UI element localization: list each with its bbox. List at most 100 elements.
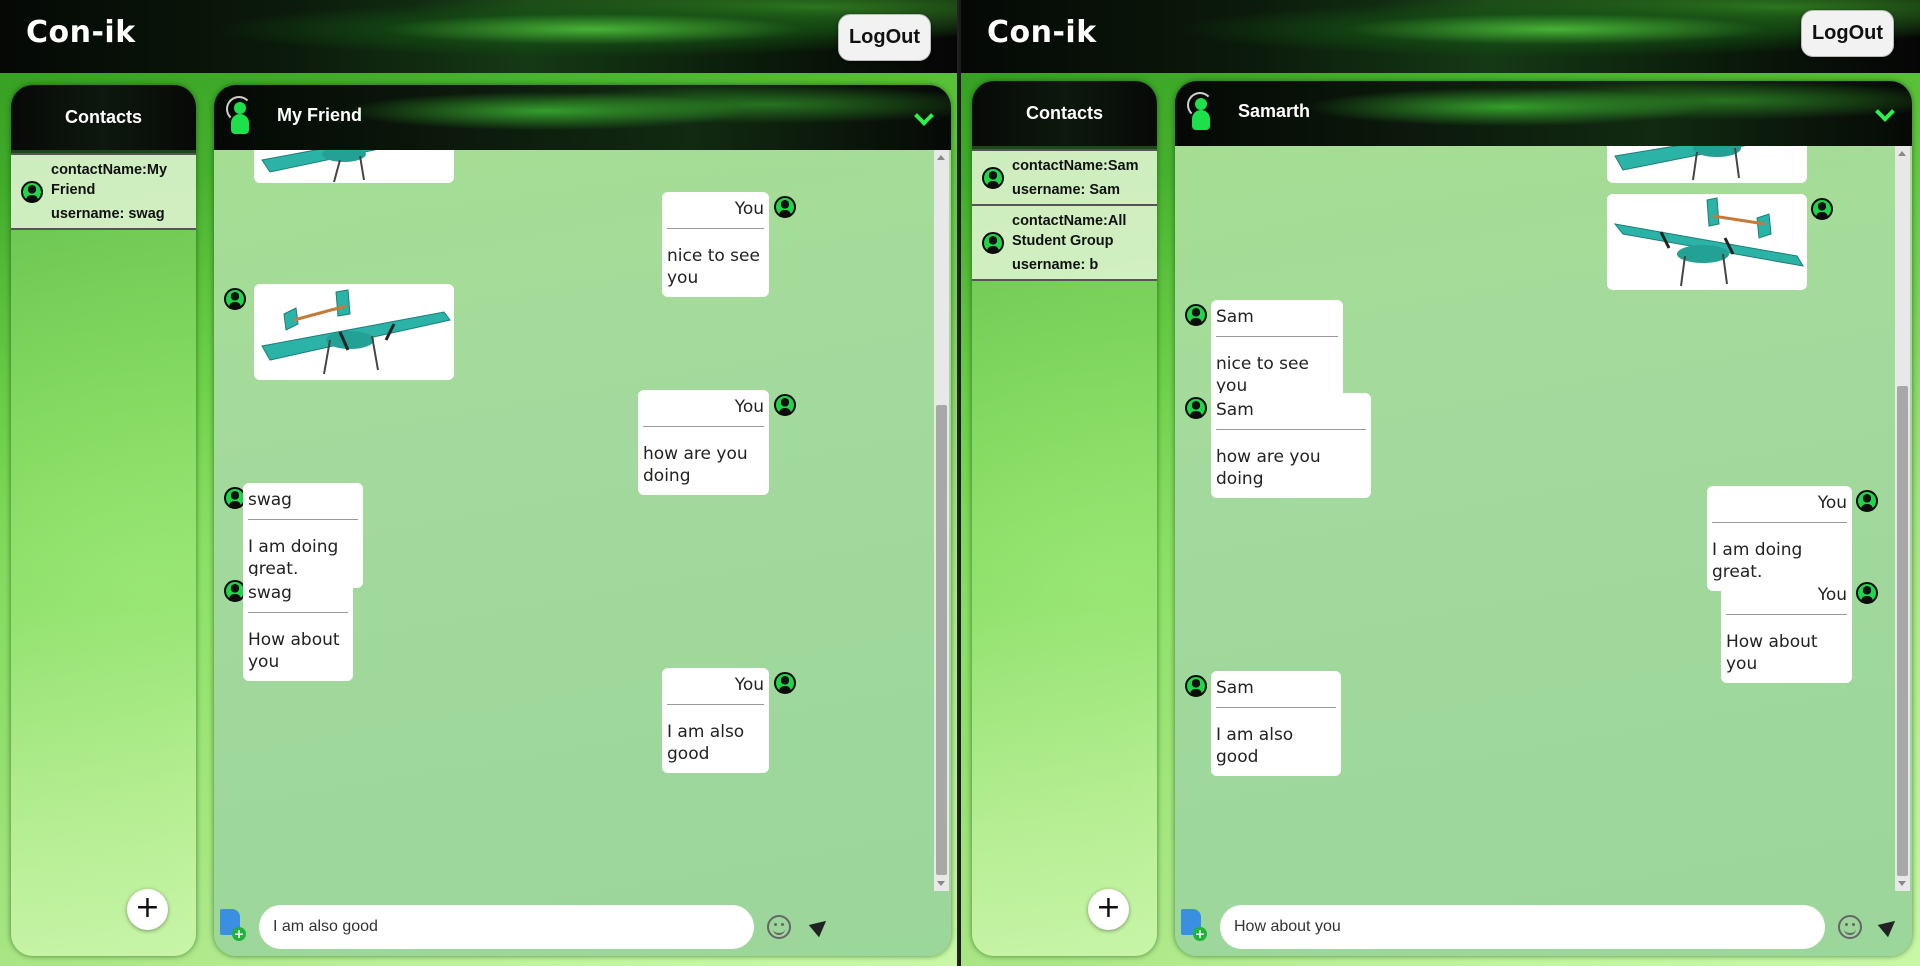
- contact-item[interactable]: contactName:All Student Group username: …: [972, 206, 1157, 281]
- file-attach-icon[interactable]: [220, 909, 246, 941]
- message-sender: Sam: [1216, 399, 1366, 430]
- message-sender: swag: [248, 489, 358, 520]
- contact-name: contactName:Sam: [1012, 158, 1139, 174]
- message-sender: swag: [248, 582, 348, 613]
- chat-panel: My Friend You nice to see you You how ar…: [214, 85, 951, 956]
- chat-panel: Samarth Sam nice to see you Sam how are …: [1175, 81, 1912, 956]
- message-input[interactable]: [259, 905, 754, 949]
- message-input[interactable]: [1220, 905, 1825, 949]
- message-item: You How about you: [1721, 578, 1878, 683]
- message-bubble: swag How about you: [243, 576, 353, 681]
- message-text: How about you: [248, 630, 340, 672]
- user-avatar-icon: [774, 672, 796, 694]
- message-text: how are you doing: [643, 444, 748, 486]
- scroll-down-icon[interactable]: [937, 881, 945, 886]
- user-avatar-icon: [982, 167, 1004, 189]
- message-bubble: You How about you: [1721, 578, 1852, 683]
- message-item: You nice to see you: [662, 192, 796, 297]
- file-attach-icon[interactable]: [1181, 909, 1207, 941]
- chat-title: My Friend: [277, 105, 363, 125]
- message-bubble: Sam how are you doing: [1211, 393, 1371, 498]
- logout-button[interactable]: LogOut: [1801, 10, 1894, 57]
- chat-avatar-icon: [1187, 92, 1213, 132]
- message-scrollbar[interactable]: [1895, 146, 1910, 891]
- user-avatar-icon: [1856, 490, 1878, 512]
- chat-header: Samarth: [1175, 81, 1912, 146]
- user-avatar-icon: [1185, 675, 1207, 697]
- contact-username: username: b: [1012, 257, 1099, 273]
- contact-item[interactable]: contactName:Sam username: Sam: [972, 149, 1157, 206]
- message-sender: Sam: [1216, 306, 1338, 337]
- contact-name: contactName:All Student Group: [1012, 213, 1127, 249]
- message-bubble: Sam nice to see you: [1211, 300, 1343, 405]
- user-avatar-icon: [774, 196, 796, 218]
- contact-username: username: Sam: [1012, 182, 1120, 198]
- user-avatar-icon: [1811, 198, 1833, 220]
- contact-name: contactName:My Friend: [51, 162, 168, 198]
- contact-item[interactable]: contactName:My Friend username: swag: [11, 153, 196, 230]
- input-bar: [1175, 891, 1912, 956]
- contacts-panel: Contacts contactName:My Friend username:…: [11, 85, 196, 956]
- message-sender: You: [1712, 492, 1847, 523]
- message-bubble: swag I am doing great.: [243, 483, 363, 588]
- message-text: how are you doing: [1216, 447, 1321, 489]
- chat-avatar-icon: [226, 96, 252, 136]
- message-text: I am doing great.: [1712, 540, 1803, 582]
- message-text: I am also good: [1216, 725, 1294, 767]
- message-image[interactable]: [1607, 146, 1807, 183]
- contacts-panel: Contacts contactName:Sam username: Sam c…: [972, 81, 1157, 956]
- send-icon[interactable]: [808, 914, 832, 938]
- message-sender: You: [643, 396, 764, 427]
- app-title: Con-ik: [987, 15, 1097, 50]
- scroll-thumb[interactable]: [1897, 386, 1908, 876]
- message-item: [1607, 146, 1807, 183]
- scroll-up-icon[interactable]: [937, 155, 945, 160]
- scroll-up-icon[interactable]: [1898, 151, 1906, 156]
- message-image[interactable]: [1607, 194, 1807, 290]
- message-list: Sam nice to see you Sam how are you doin…: [1175, 146, 1893, 891]
- message-bubble: You I am also good: [662, 668, 769, 773]
- user-avatar-icon: [774, 394, 796, 416]
- message-text: nice to see you: [1216, 354, 1309, 396]
- message-list: You nice to see you You how are you doin…: [214, 150, 932, 891]
- user-avatar-icon: [21, 181, 43, 203]
- scroll-down-icon[interactable]: [1898, 881, 1906, 886]
- message-image[interactable]: [254, 150, 454, 183]
- chat-window-right: Con-ik LogOut Contacts contactName:Sam u…: [961, 0, 1920, 966]
- add-contact-button[interactable]: +: [127, 889, 168, 930]
- contacts-header: Contacts: [972, 81, 1157, 149]
- chat-title: Samarth: [1238, 101, 1311, 121]
- logout-button[interactable]: LogOut: [838, 14, 931, 61]
- send-icon[interactable]: [1877, 914, 1901, 938]
- message-item: [1607, 194, 1833, 290]
- message-item: You how are you doing: [638, 390, 796, 495]
- message-bubble: Sam I am also good: [1211, 671, 1341, 776]
- contact-username: username: swag: [51, 206, 165, 222]
- message-item: [254, 150, 454, 183]
- user-avatar-icon: [1185, 397, 1207, 419]
- user-avatar-icon: [1856, 582, 1878, 604]
- add-contact-button[interactable]: +: [1088, 889, 1129, 930]
- top-bar: Con-ik LogOut: [0, 0, 957, 73]
- input-bar: [214, 891, 951, 956]
- contacts-header: Contacts: [11, 85, 196, 153]
- app-title: Con-ik: [26, 15, 136, 50]
- chevron-down-icon[interactable]: [914, 106, 934, 126]
- emoji-icon[interactable]: [1838, 915, 1862, 939]
- message-image[interactable]: [254, 284, 454, 380]
- user-avatar-icon: [224, 288, 246, 310]
- emoji-icon[interactable]: [767, 915, 791, 939]
- chat-window-left: Con-ik LogOut Contacts contactName:My Fr…: [0, 0, 959, 966]
- scroll-thumb[interactable]: [936, 405, 947, 875]
- user-avatar-icon: [982, 232, 1004, 254]
- user-avatar-icon: [1185, 304, 1207, 326]
- message-text: How about you: [1726, 632, 1818, 674]
- message-item: You I am doing great.: [1707, 486, 1878, 591]
- message-text: nice to see you: [667, 246, 760, 288]
- message-sender: Sam: [1216, 677, 1336, 708]
- message-scrollbar[interactable]: [934, 150, 949, 891]
- chat-header: My Friend: [214, 85, 951, 150]
- message-sender: You: [667, 674, 764, 705]
- top-bar: Con-ik LogOut: [961, 0, 1920, 73]
- chevron-down-icon[interactable]: [1875, 102, 1895, 122]
